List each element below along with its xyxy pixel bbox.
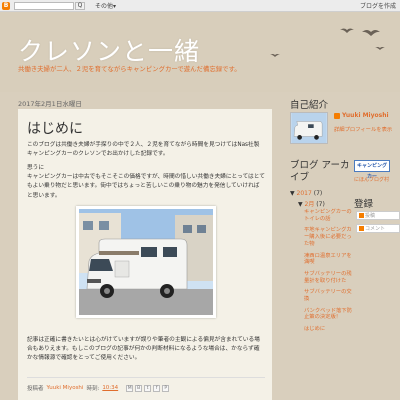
archive-post-link[interactable]: キャンピングカーのトイレの話 (304, 209, 354, 222)
blogger-navbar: B Q その他▾ ブログを作成 (0, 0, 400, 12)
email-share-icon[interactable]: M (126, 384, 134, 392)
post-paragraph-disclaimer: 記事は正確に書きたいとは心がけていますが誤りや筆者の主観による偏見が含まれている… (27, 337, 260, 362)
subscribe-comments-label: コメント (365, 226, 386, 232)
more-menu[interactable]: その他▾ (95, 1, 116, 10)
camper-photo-image (79, 209, 213, 315)
create-blog-link[interactable]: ブログを作成 (360, 1, 396, 10)
facebook-share-icon[interactable]: f (153, 384, 161, 392)
archive-post-list: キャンピングカーのトイレの話 平地キャンピングカー購入後に必要だった物 凍西ロ温… (304, 209, 354, 338)
feed-icon (359, 213, 364, 218)
subscribe-heading: 登録 (354, 199, 374, 210)
blog-title[interactable]: クレソンと一緒 (18, 32, 200, 68)
blog-share-icon[interactable]: B (135, 384, 143, 392)
profile-heading: 自己紹介 (290, 100, 329, 111)
post-card: はじめに このブログは共働き夫婦が手探りの中で２人、２児を育てながら時間を見つけ… (18, 109, 272, 400)
subscribe-posts-field[interactable]: 投稿 (356, 211, 400, 220)
archive-year-link[interactable]: 2017 (297, 190, 312, 197)
archive-post-link[interactable]: サブバッテリーの交換 (304, 289, 354, 302)
post-footer: 投稿者 Yuuki Miyoshi 時刻: 10:34 M B t f P (27, 377, 265, 392)
archive-month-link[interactable]: 2月 (305, 201, 315, 208)
profile-name: Yuuki Miyoshi (342, 112, 389, 119)
blogger-logo-icon[interactable]: B (2, 1, 10, 10)
camping-car-ranking-badge[interactable]: キャンピングカー (354, 160, 390, 180)
blogger-icon (334, 112, 340, 119)
blog-header: クレソンと一緒 共働き夫婦が二人、２児を育てながらキャンピングカーで遊んだ備忘録… (0, 12, 400, 92)
post-time-link[interactable]: 10:34 (102, 385, 118, 391)
birds-decoration-icon (270, 28, 385, 57)
time-label: 時刻: (86, 386, 100, 392)
archive-heading: ブログ アーカイブ (290, 160, 350, 183)
archive-post-link[interactable]: サブバッテリーの残量計を取り付けた (304, 271, 354, 284)
archive-post-link[interactable]: 平地キャンピングカー購入後に必要だった物 (304, 227, 354, 247)
feed-icon (359, 226, 364, 231)
camper-photo[interactable] (76, 206, 216, 318)
search-button[interactable]: Q (75, 1, 85, 10)
posted-by-label: 投稿者 (27, 386, 44, 392)
post-date: 2017年2月1日水曜日 (18, 100, 82, 108)
post-paragraph-intro: このブログは共働き夫婦が手探りの中で２人、２児を育てながら時間を見つけてはNas… (27, 142, 260, 158)
view-profile-link[interactable]: 詳細プロフィールを表示 (334, 125, 392, 133)
archive-post-link[interactable]: バンクベッド落下防止策の決定版！ (304, 308, 354, 321)
archive-post-link[interactable]: 凍西ロ温泉エリアを満喫 (304, 253, 354, 266)
archive-month-count: (7) (316, 201, 325, 208)
profile-avatar[interactable] (290, 112, 328, 144)
post-paragraph-opinion: 思うに キャンピングカーは中古でもそこそこの価格ですが、時間の惜しい共働き夫婦に… (27, 165, 265, 199)
search-input[interactable] (14, 1, 74, 10)
post-title[interactable]: はじめに (27, 118, 83, 138)
profile-name-link[interactable]: Yuuki Miyoshi (334, 112, 389, 119)
archive-month[interactable]: ▼ 2月 (7) (298, 199, 325, 208)
pinterest-share-icon[interactable]: P (162, 384, 170, 392)
archive-post-link[interactable]: はじめに (304, 326, 354, 333)
profile-camper-icon (291, 113, 327, 143)
subscribe-posts-label: 投稿 (365, 213, 376, 219)
archive-year[interactable]: ▼ 2017 (7) (290, 190, 322, 197)
blog-village-link[interactable]: にほんブログ村 (354, 176, 389, 183)
twitter-share-icon[interactable]: t (144, 384, 152, 392)
archive-year-count: (7) (313, 190, 323, 197)
post-author-link[interactable]: Yuuki Miyoshi (47, 385, 84, 391)
subscribe-comments-field[interactable]: コメント (356, 224, 400, 233)
blog-description: 共働き夫婦が二人、２児を育てながらキャンピングカーで遊んだ備忘録です。 (18, 65, 241, 73)
